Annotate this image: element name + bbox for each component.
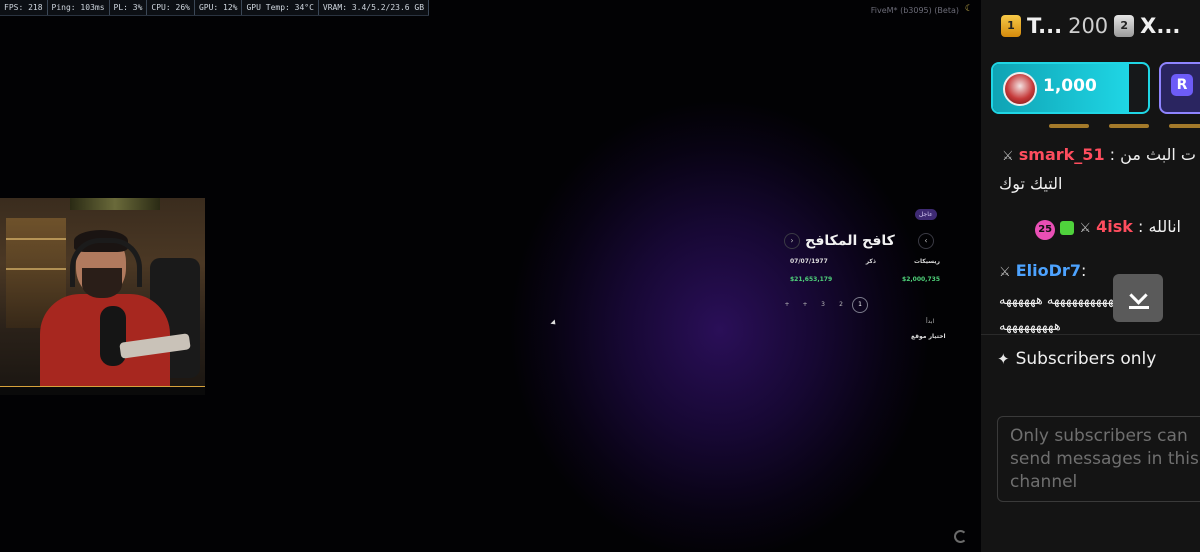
gift-goal-card[interactable]: 1,000 (991, 62, 1150, 114)
message-text-continued: التيك توك (999, 174, 1063, 193)
gift-badge-icon (1060, 220, 1075, 235)
phone-header-date: 07/07/1977 (790, 258, 828, 265)
phone-location-label[interactable]: اختيار موقع (911, 333, 946, 340)
tier-mark (1109, 124, 1149, 128)
page-button-active[interactable]: 1 (852, 297, 868, 313)
next-promo-card[interactable]: R (1159, 62, 1200, 114)
phone-start-label[interactable]: ابدأ (926, 318, 934, 325)
performance-overlay: FPS: 218 Ping: 103ms PL: 3% CPU: 26% GPU… (0, 0, 430, 16)
rank-2-name[interactable]: X... (1140, 14, 1180, 38)
webcam-border (0, 386, 205, 395)
chat-message: انالله : 4isk ⚔ 25 (981, 214, 1181, 242)
phone-back-button[interactable]: ‹ (918, 233, 934, 249)
live-chat-panel: 1 T... 200 2 X... 1,000 R ت البث من : sm… (981, 0, 1200, 552)
arrow-down-icon (1129, 289, 1149, 309)
rank-1-name[interactable]: T... (1027, 14, 1062, 38)
chat-message: ⚔ ElioDr7: (981, 258, 1109, 286)
phone-value-row: $21,653,179 $2,000,735 (790, 276, 940, 283)
phone-pagination: + + 3 2 1 (780, 297, 868, 313)
tier-mark (1169, 124, 1200, 128)
subscribers-only-label: Subscribers only (1015, 349, 1157, 369)
chat-message: ت البث من : smark_51 ⚔ (981, 142, 1196, 170)
cpu-stat: CPU: 26% (147, 0, 195, 15)
chat-message-input[interactable]: Only subscribers can send messages in th… (997, 416, 1200, 502)
phone-tag: عاجل (915, 209, 937, 220)
phone-title: كافح المكافح (805, 233, 895, 249)
page-button[interactable]: 3 (816, 298, 830, 312)
moderator-swords-icon: ⚔ (1002, 149, 1014, 164)
phone-header-receipts: ريسيكات (913, 258, 940, 265)
page-button[interactable]: + (780, 298, 794, 312)
phone-value-1: $21,653,179 (790, 276, 833, 283)
rank-1-medal-icon: 1 (1001, 15, 1021, 37)
wall-light (70, 198, 160, 210)
promo-logo-icon: R (1171, 74, 1193, 96)
level-badge: 25 (1035, 220, 1056, 240)
loading-spinner-icon (954, 530, 967, 543)
shelf-light (6, 268, 66, 270)
moon-icon: ☾ (964, 4, 973, 14)
webcam-feed (0, 198, 205, 386)
leaderboard-header: 1 T... 200 2 X... (981, 0, 1200, 52)
moderator-swords-icon: ⚔ (999, 265, 1011, 280)
chat-input-placeholder: Only subscribers can send messages in th… (1010, 426, 1199, 492)
scroll-to-bottom-button[interactable] (1113, 274, 1163, 322)
headphones (70, 238, 142, 287)
chat-username[interactable]: ElioDr7 (1016, 261, 1081, 280)
message-text: انالله : (1138, 217, 1181, 236)
gpu-temp-stat: GPU Temp: 34°C (242, 0, 319, 15)
gpu-stat: GPU: 12% (195, 0, 243, 15)
moderator-swords-icon: ⚔ (1079, 221, 1092, 236)
vram-stat: VRAM: 3.4/5.2/23.6 GB (319, 0, 430, 15)
chat-username[interactable]: smark_51 (1019, 145, 1105, 164)
phone-value-2: $2,000,735 (902, 276, 940, 283)
ping-stat: Ping: 103ms (48, 0, 110, 15)
gift-amount: 1,000 (1043, 76, 1097, 96)
phone-header-row: 07/07/1977 ذكر ريسيكات (790, 258, 940, 265)
message-text: ت البث من : (1109, 145, 1196, 164)
cursor-icon (550, 319, 558, 327)
fps-stat: FPS: 218 (0, 0, 48, 15)
subscribers-only-bar: ✦ Subscribers only (981, 334, 1200, 383)
fivem-version-label: FiveM* (b3095) (Beta) (870, 6, 959, 15)
leaderboard-score: 200 (1068, 14, 1109, 38)
gifter-avatar (1003, 72, 1037, 106)
rank-2-medal-icon: 2 (1114, 15, 1135, 37)
message-colon: : (1080, 261, 1087, 280)
game-stream-view: FPS: 218 Ping: 103ms PL: 3% CPU: 26% GPU… (0, 0, 981, 552)
page-button[interactable]: + (798, 298, 812, 312)
message-text: هههههههههههههههه ههههههه (999, 293, 1146, 308)
phone-next-button[interactable]: › (784, 233, 800, 249)
tier-strip (1049, 124, 1200, 128)
shelf-light (6, 238, 66, 240)
packet-loss-stat: PL: 3% (110, 0, 148, 15)
chat-username[interactable]: 4isk (1096, 217, 1133, 236)
page-button[interactable]: 2 (834, 298, 848, 312)
sparkle-icon: ✦ (997, 350, 1010, 368)
phone-header-gender: ذكر (865, 258, 877, 265)
tier-mark (1049, 124, 1089, 128)
